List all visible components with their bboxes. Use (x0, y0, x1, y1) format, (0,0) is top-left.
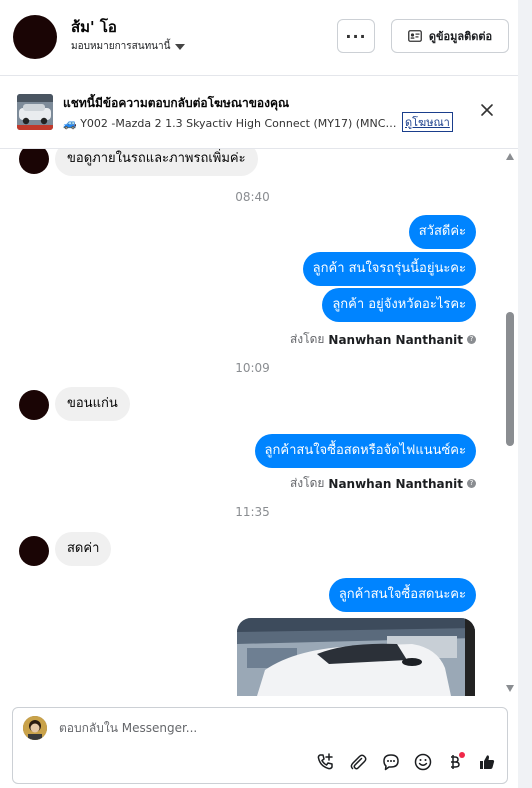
incoming-message[interactable]: สดค่า (55, 532, 112, 566)
timestamp: 11:35 (235, 505, 270, 519)
assign-label: มอบหมายการสนทนานี้ (71, 41, 171, 52)
sent-by-prefix: ส่งโดย (289, 476, 325, 490)
chat-bubble-icon[interactable] (381, 752, 401, 772)
sent-by-prefix: ส่งโดย (289, 332, 325, 346)
car-photo-image (237, 618, 475, 696)
more-options-button[interactable]: ··· (337, 19, 375, 53)
view-contact-label: ดูข้อมูลติดต่อ (428, 30, 493, 43)
scrollbar-thumb[interactable] (506, 312, 514, 446)
sent-by-label: ส่งโดย Nanwhan Nanthanit ? (290, 474, 476, 493)
call-add-icon[interactable] (315, 752, 335, 772)
info-icon[interactable]: ? (467, 335, 476, 344)
message-thread[interactable]: ขอดูภายในรถและภาพรถเพิ่มค่ะ 08:40 สวัสดี… (0, 149, 505, 696)
close-icon[interactable] (476, 99, 498, 121)
conversation-header: ส้ม' โอ มอบหมายการสนทนานี้ ··· ดูข้อมูลต… (0, 0, 518, 76)
sender-avatar (19, 390, 49, 420)
outgoing-message[interactable]: สวัสดีค่ะ (408, 215, 476, 249)
page-avatar (23, 716, 47, 740)
message-input[interactable] (59, 721, 479, 735)
contact-name[interactable]: ส้ม' โอ (71, 15, 117, 39)
reply-composer (12, 707, 508, 784)
outgoing-message[interactable]: ลูกค้าสนใจซื้อสดหรือจัดไฟแนนซ์คะ (254, 434, 476, 468)
contact-avatar[interactable] (13, 15, 57, 59)
baht-icon[interactable] (445, 752, 465, 772)
ad-reply-banner: แชทนี้มีข้อความตอบกลับต่อโฆษณาของคุณ 🚙 Y… (0, 77, 518, 149)
messenger-inbox-panel: ส้ม' โอ มอบหมายการสนทนานี้ ··· ดูข้อมูลต… (0, 0, 532, 788)
assign-conversation-dropdown[interactable]: มอบหมายการสนทนานี้ (71, 39, 186, 54)
sender-avatar (19, 149, 49, 174)
incoming-message[interactable]: ขอดูภายในรถและภาพรถเพิ่มค่ะ (55, 149, 258, 176)
view-contact-button[interactable]: ดูข้อมูลติดต่อ (391, 19, 509, 53)
car-thumbnail-image (17, 94, 53, 130)
incoming-message[interactable]: ขอนแก่น (55, 387, 130, 421)
ad-banner-description: 🚙 Y002 -Mazda 2 1.3 Skyactiv High Connec… (63, 117, 397, 130)
view-ad-link[interactable]: ดูโฆษณา (402, 112, 453, 132)
thumbs-up-icon[interactable] (477, 752, 497, 772)
scroll-down-arrow-icon[interactable] (506, 685, 514, 692)
sender-name: Nanwhan Nanthanit (328, 332, 463, 347)
info-icon[interactable]: ? (467, 479, 476, 488)
caret-down-icon (175, 43, 186, 50)
sent-by-label: ส่งโดย Nanwhan Nanthanit ? (290, 330, 476, 349)
paperclip-icon[interactable] (348, 752, 368, 772)
page-avatar-image (23, 716, 47, 740)
outgoing-message[interactable]: ลูกค้า สนใจรถรุ่นนี้อยู่นะคะ (302, 252, 476, 286)
sender-avatar (19, 536, 49, 566)
scroll-up-arrow-icon[interactable] (506, 153, 514, 160)
emoji-icon[interactable] (413, 752, 433, 772)
outgoing-message[interactable]: ลูกค้าสนใจซื้อสดนะคะ (328, 578, 476, 612)
contact-card-icon (407, 30, 422, 42)
image-attachment[interactable] (237, 618, 475, 696)
timestamp: 10:09 (235, 361, 270, 375)
ad-thumbnail[interactable] (17, 94, 53, 130)
panel-edge (518, 0, 532, 788)
sender-name: Nanwhan Nanthanit (328, 476, 463, 491)
timestamp: 08:40 (235, 190, 270, 204)
outgoing-message[interactable]: ลูกค้า อยู่จังหวัดอะไรคะ (322, 288, 476, 322)
ad-banner-title: แชทนี้มีข้อความตอบกลับต่อโฆษณาของคุณ (63, 96, 290, 110)
